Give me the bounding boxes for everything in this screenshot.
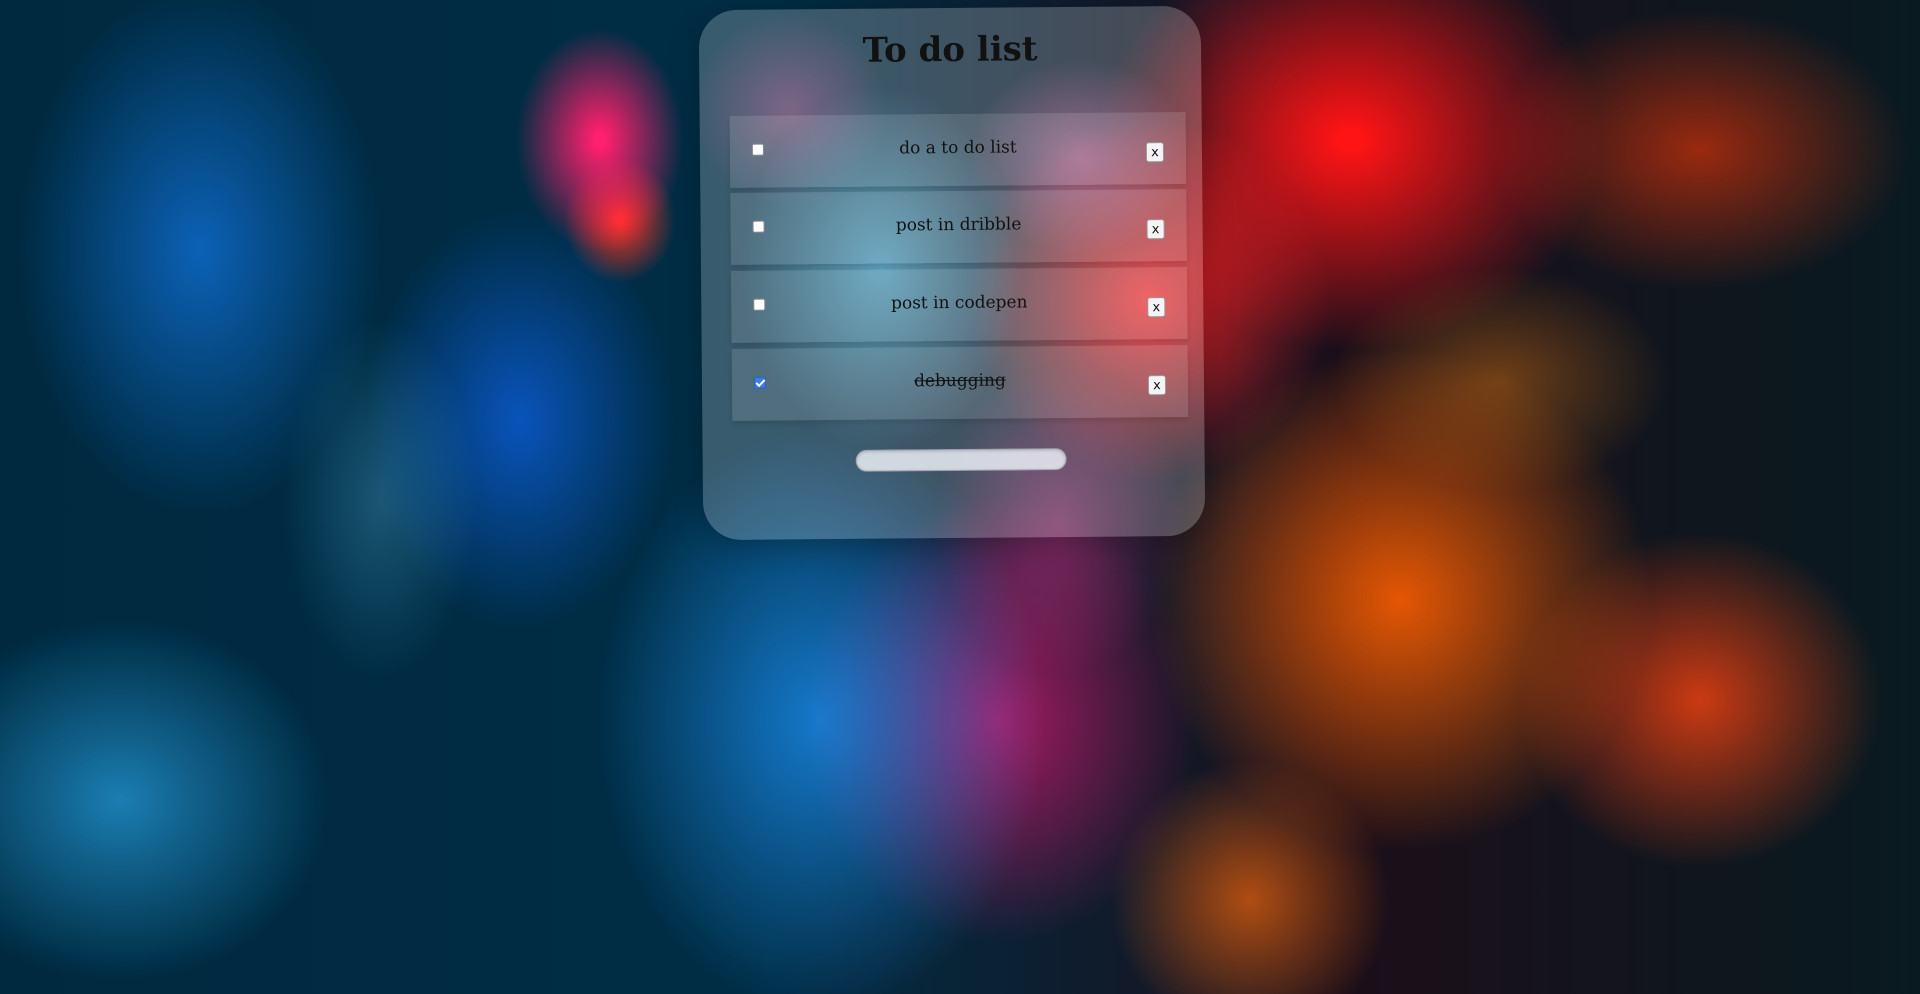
delete-button[interactable]: x — [1147, 297, 1166, 318]
todo-item: debugging x — [731, 344, 1189, 421]
todo-label: post in codepen — [890, 292, 1028, 314]
todo-label: do a to do list — [899, 137, 1017, 159]
delete-button[interactable]: x — [1147, 375, 1167, 396]
delete-button[interactable]: x — [1145, 142, 1165, 163]
todo-item: do a to do list x — [729, 111, 1187, 188]
todo-label: debugging — [913, 370, 1006, 392]
todo-item: post in dribble x — [730, 188, 1187, 265]
todo-label: post in dribble — [895, 214, 1022, 236]
todo-item: post in codepen x — [730, 266, 1188, 343]
page-title: To do list — [862, 29, 1038, 71]
todo-card: To do list do a to do list x post in dri… — [698, 5, 1206, 541]
delete-button[interactable]: x — [1146, 219, 1165, 240]
new-todo-input[interactable] — [855, 448, 1067, 472]
